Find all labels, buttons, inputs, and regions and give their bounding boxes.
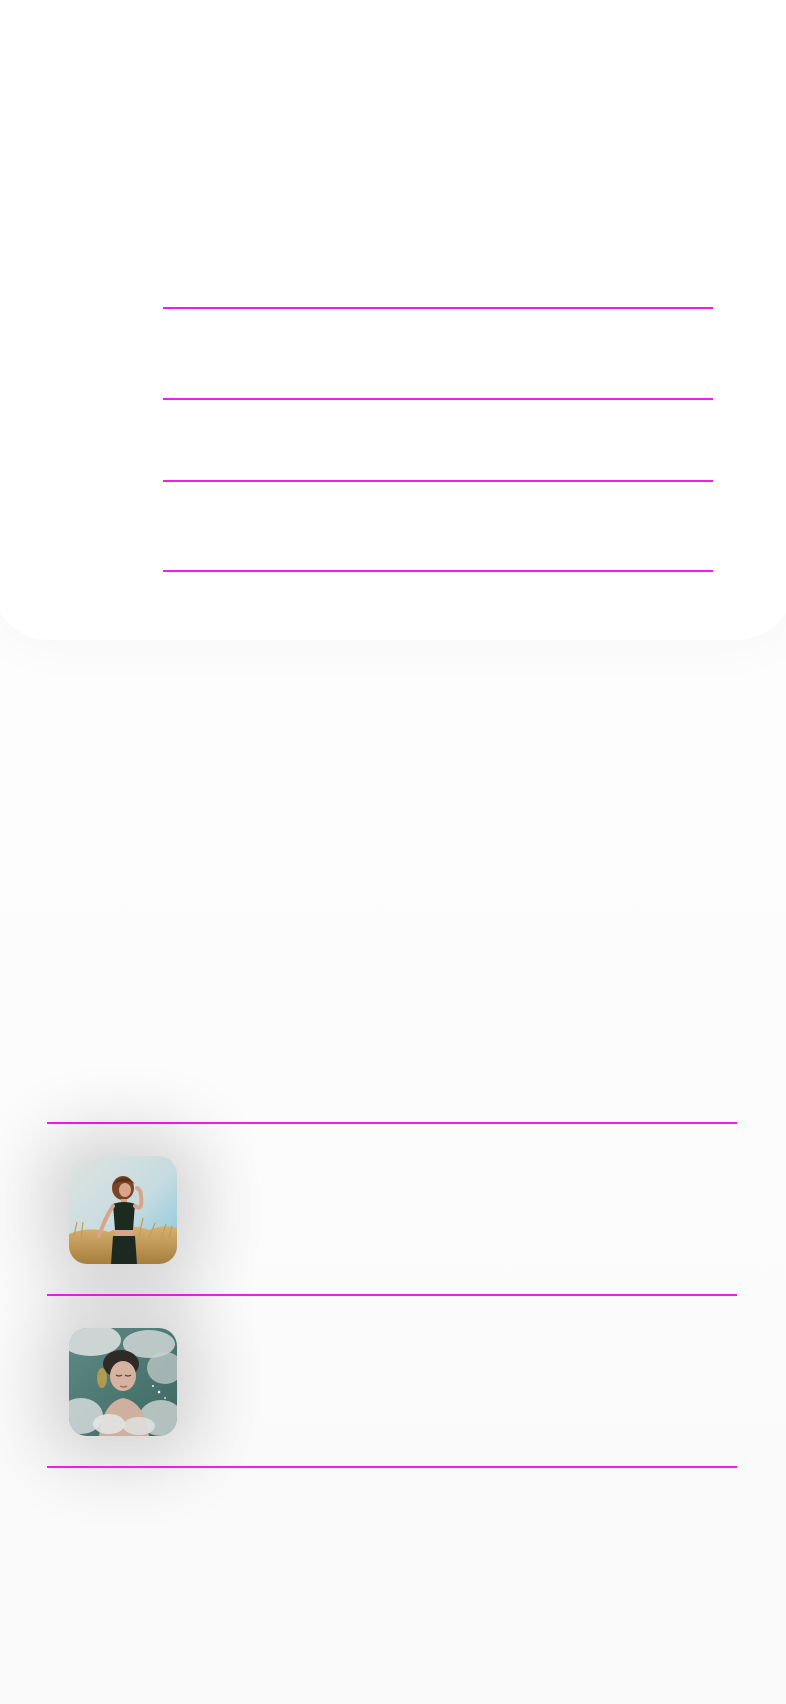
list-item[interactable]	[47, 1124, 737, 1294]
photo-list	[0, 1122, 786, 1470]
form-field-2[interactable]	[163, 400, 713, 480]
list-divider-bottom	[47, 1466, 737, 1468]
form-divider-3	[163, 570, 713, 572]
form-field-1[interactable]	[163, 309, 713, 399]
woman-in-clouds-photo	[69, 1328, 177, 1436]
app-screen	[0, 0, 786, 1704]
list-item[interactable]	[47, 1296, 737, 1466]
woman-in-field-photo	[69, 1156, 177, 1264]
form-field-3[interactable]	[163, 482, 713, 570]
list-item-thumbnail	[69, 1156, 177, 1264]
list-item-thumbnail	[69, 1328, 177, 1436]
